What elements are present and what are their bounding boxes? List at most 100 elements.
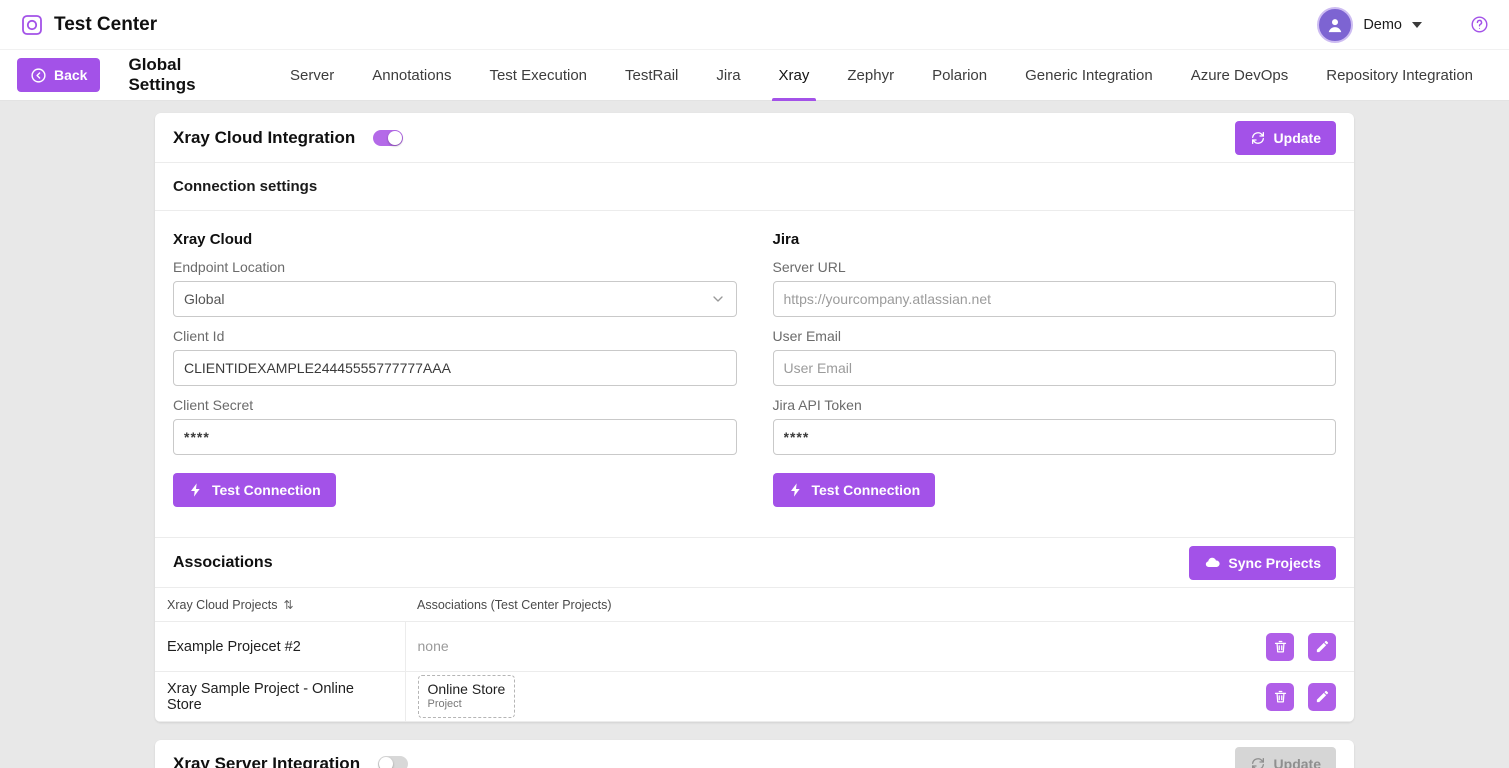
back-label: Back bbox=[54, 67, 87, 83]
association-value: none bbox=[418, 638, 449, 654]
update-label: Update bbox=[1274, 756, 1321, 768]
person-icon bbox=[1325, 15, 1345, 35]
tab-xray[interactable]: Xray bbox=[760, 50, 829, 101]
tab-generic-integration[interactable]: Generic Integration bbox=[1006, 50, 1172, 101]
xray-cloud-title: Xray Cloud Integration bbox=[173, 128, 355, 148]
actions-cell bbox=[1254, 622, 1354, 672]
chip-project-name: Online Store bbox=[428, 681, 506, 699]
jira-section-title: Jira bbox=[773, 231, 1337, 248]
cloud-sync-icon bbox=[1204, 555, 1220, 571]
test-connection-label: Test Connection bbox=[812, 482, 921, 498]
back-button[interactable]: Back bbox=[17, 58, 100, 92]
tab-jira[interactable]: Jira bbox=[697, 50, 759, 101]
tab-azure-devops[interactable]: Azure DevOps bbox=[1172, 50, 1308, 101]
page-title: Global Settings bbox=[128, 55, 247, 95]
endpoint-location-value: Global bbox=[184, 291, 224, 307]
user-menu[interactable]: Demo bbox=[1317, 7, 1422, 43]
column-header-actions bbox=[1254, 588, 1354, 622]
edit-button[interactable] bbox=[1308, 683, 1336, 711]
page: Test Center Demo bbox=[0, 0, 1509, 768]
app-title: Test Center bbox=[54, 14, 157, 36]
caret-down-icon bbox=[1412, 22, 1422, 28]
top-bar: Test Center Demo bbox=[0, 0, 1509, 50]
association-chip[interactable]: Online Store Project bbox=[418, 675, 516, 718]
server-url-input[interactable] bbox=[773, 281, 1337, 317]
user-email-input[interactable] bbox=[773, 350, 1337, 386]
tab-test-execution[interactable]: Test Execution bbox=[470, 50, 606, 101]
column-label: Xray Cloud Projects bbox=[167, 598, 277, 612]
xray-cloud-column: Xray Cloud Endpoint Location Global Clie… bbox=[173, 231, 737, 507]
update-button[interactable]: Update bbox=[1235, 121, 1336, 155]
avatar bbox=[1317, 7, 1353, 43]
connection-settings-form: Xray Cloud Endpoint Location Global Clie… bbox=[155, 211, 1354, 537]
jira-test-connection-button[interactable]: Test Connection bbox=[773, 473, 936, 507]
toggle-knob bbox=[379, 757, 393, 768]
tab-bar: Server Annotations Test Execution TestRa… bbox=[271, 50, 1492, 101]
column-label: Associations (Test Center Projects) bbox=[417, 598, 612, 612]
jira-api-token-input[interactable] bbox=[773, 419, 1337, 455]
edit-button[interactable] bbox=[1308, 633, 1336, 661]
actions-cell bbox=[1254, 672, 1354, 722]
app-logo: Test Center bbox=[20, 13, 157, 37]
xray-server-toggle[interactable] bbox=[378, 756, 408, 768]
content: Xray Cloud Integration Update Connection… bbox=[0, 101, 1509, 768]
user-name: Demo bbox=[1363, 17, 1402, 33]
endpoint-location-label: Endpoint Location bbox=[173, 259, 737, 275]
client-secret-label: Client Secret bbox=[173, 397, 737, 413]
lightning-bolt-icon bbox=[188, 482, 204, 498]
tab-annotations[interactable]: Annotations bbox=[353, 50, 470, 101]
table-row: Xray Sample Project - Online Store Onlin… bbox=[155, 672, 1354, 722]
refresh-icon bbox=[1250, 130, 1266, 146]
table-header-row: Xray Cloud Projects ⇅ Associations (Test … bbox=[155, 588, 1354, 622]
delete-button[interactable] bbox=[1266, 683, 1294, 711]
xray-cloud-toggle[interactable] bbox=[373, 130, 403, 146]
chip-project-type: Project bbox=[428, 698, 506, 712]
pencil-icon bbox=[1315, 639, 1330, 654]
trash-icon bbox=[1273, 639, 1288, 654]
associations-title: Associations bbox=[173, 554, 273, 572]
update-button-disabled[interactable]: Update bbox=[1235, 747, 1336, 768]
connection-settings-heading: Connection settings bbox=[155, 162, 1354, 211]
chevron-down-icon bbox=[710, 291, 726, 307]
table-row: Example Projecet #2 none bbox=[155, 622, 1354, 672]
tab-polarion[interactable]: Polarion bbox=[913, 50, 1006, 101]
xray-server-card: Xray Server Integration Update bbox=[155, 740, 1354, 768]
tab-zephyr[interactable]: Zephyr bbox=[828, 50, 913, 101]
sort-icon[interactable]: ⇅ bbox=[283, 598, 293, 612]
help-icon[interactable] bbox=[1470, 15, 1489, 34]
xray-cloud-section-title: Xray Cloud bbox=[173, 231, 737, 248]
tab-testrail[interactable]: TestRail bbox=[606, 50, 697, 101]
xray-server-card-header: Xray Server Integration Update bbox=[155, 740, 1354, 768]
refresh-icon bbox=[1250, 756, 1266, 768]
user-email-label: User Email bbox=[773, 328, 1337, 344]
test-connection-label: Test Connection bbox=[212, 482, 321, 498]
column-header-projects[interactable]: Xray Cloud Projects ⇅ bbox=[155, 588, 405, 622]
client-secret-input[interactable] bbox=[173, 419, 737, 455]
jira-api-token-label: Jira API Token bbox=[773, 397, 1337, 413]
sync-projects-button[interactable]: Sync Projects bbox=[1189, 546, 1336, 580]
tab-server[interactable]: Server bbox=[271, 50, 353, 101]
jira-column: Jira Server URL User Email Jira API Toke… bbox=[773, 231, 1337, 507]
app-logo-icon bbox=[20, 13, 44, 37]
project-name: Example Projecet #2 bbox=[155, 622, 405, 672]
association-cell: Online Store Project bbox=[405, 672, 1254, 722]
xray-cloud-test-connection-button[interactable]: Test Connection bbox=[173, 473, 336, 507]
pencil-icon bbox=[1315, 689, 1330, 704]
back-arrow-icon bbox=[30, 67, 47, 84]
column-header-associations: Associations (Test Center Projects) bbox=[405, 588, 1254, 622]
tab-repository-integration[interactable]: Repository Integration bbox=[1307, 50, 1492, 101]
lightning-bolt-icon bbox=[788, 482, 804, 498]
project-name: Xray Sample Project - Online Store bbox=[155, 672, 405, 722]
sync-projects-label: Sync Projects bbox=[1228, 555, 1321, 571]
client-id-input[interactable] bbox=[173, 350, 737, 386]
associations-header: Associations Sync Projects bbox=[155, 537, 1354, 587]
xray-server-title: Xray Server Integration bbox=[173, 754, 360, 768]
update-label: Update bbox=[1274, 130, 1321, 146]
xray-cloud-card-header: Xray Cloud Integration Update bbox=[155, 113, 1354, 162]
endpoint-location-select[interactable]: Global bbox=[173, 281, 737, 317]
delete-button[interactable] bbox=[1266, 633, 1294, 661]
trash-icon bbox=[1273, 689, 1288, 704]
topbar-right: Demo bbox=[1317, 7, 1489, 43]
server-url-label: Server URL bbox=[773, 259, 1337, 275]
toggle-knob bbox=[388, 131, 402, 145]
